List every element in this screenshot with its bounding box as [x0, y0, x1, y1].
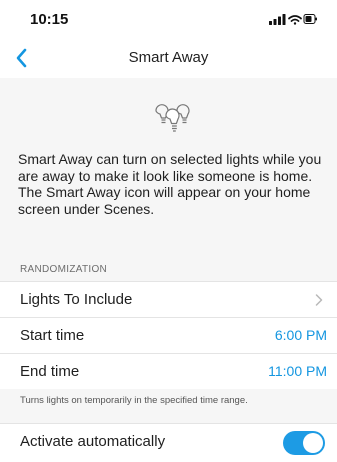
status-time: 10:15 — [30, 11, 69, 28]
page-title: Smart Away — [128, 49, 209, 66]
activate-toggle[interactable] — [283, 431, 325, 455]
signal-icon — [269, 14, 286, 25]
randomization-header: RANDOMIZATION — [20, 264, 108, 275]
start-time-value[interactable]: 6:00 PM — [275, 327, 327, 343]
activate-automatically-row: Activate automatically — [0, 423, 337, 462]
activate-label: Activate automatically — [20, 433, 166, 450]
chevron-right-icon — [315, 294, 323, 306]
light-bulbs-icon — [155, 104, 190, 132]
end-time-value[interactable]: 11:00 PM — [268, 363, 327, 379]
row-label: Lights To Include — [20, 291, 133, 308]
time-range-footnote: Turns lights on temporarily in the speci… — [20, 395, 248, 406]
end-time-row[interactable]: End time 11:00 PM — [0, 353, 337, 389]
row-label: Start time — [20, 327, 85, 344]
lights-to-include-row[interactable]: Lights To Include — [0, 281, 337, 317]
status-bar: 10:15 — [0, 0, 337, 36]
battery-icon — [303, 14, 317, 24]
status-icons — [269, 14, 317, 25]
toggle-knob — [303, 433, 323, 453]
wifi-icon — [288, 15, 302, 25]
randomization-list: Lights To Include Start time 6:00 PM End… — [0, 281, 337, 389]
description-text: Smart Away can turn on selected lights w… — [18, 151, 322, 217]
start-time-row[interactable]: Start time 6:00 PM — [0, 317, 337, 353]
nav-bar: Smart Away — [0, 36, 337, 78]
row-label: End time — [20, 363, 80, 380]
